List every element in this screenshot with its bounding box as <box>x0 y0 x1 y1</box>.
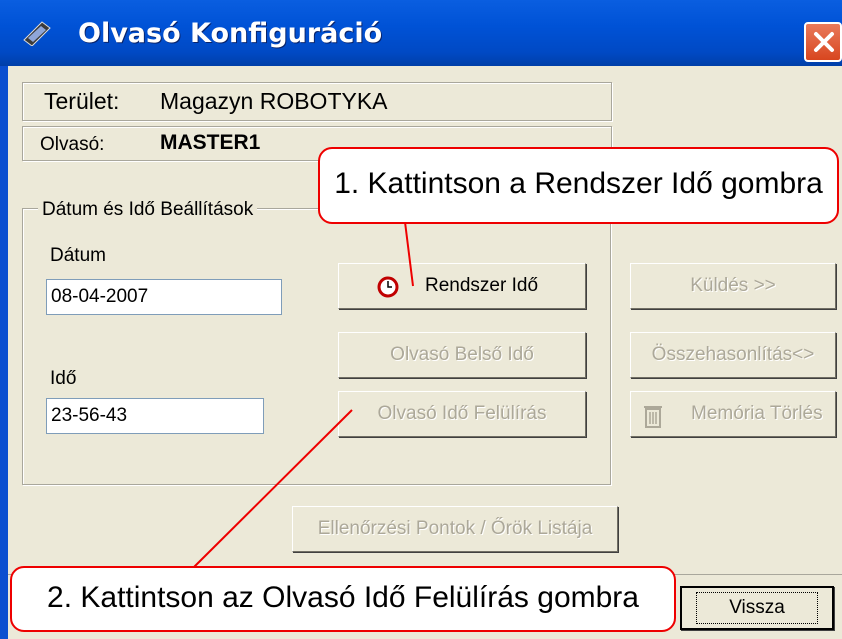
callout-step2: 2. Kattintson az Olvasó Idő Felülírás go… <box>10 566 676 632</box>
callout2-connector <box>192 409 353 569</box>
callout-connectors <box>192 221 414 569</box>
callout-step1-text: 1. Kattintson a Rendszer Idő gombra <box>334 167 823 200</box>
callout-step2-text: 2. Kattintson az Olvasó Idő Felülírás go… <box>47 581 639 614</box>
config-window: Olvasó Konfiguráció Terület: Magazyn ROB… <box>0 0 842 639</box>
callout1-connector <box>404 221 414 287</box>
callout-step1: 1. Kattintson a Rendszer Idő gombra <box>318 147 839 224</box>
